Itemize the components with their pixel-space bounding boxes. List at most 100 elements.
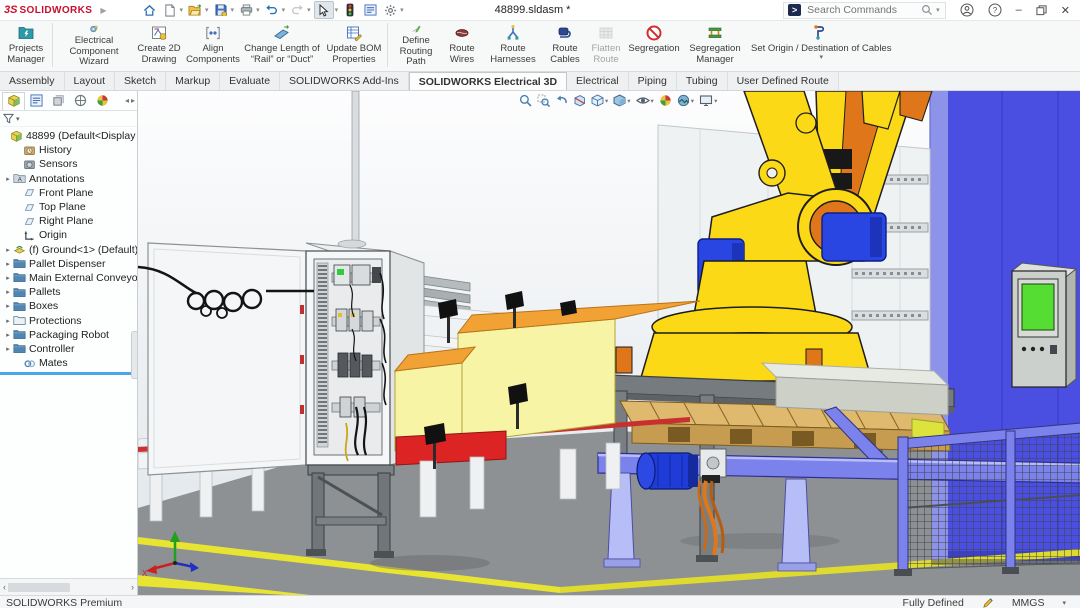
- tree-item-annotations[interactable]: ▸Annotations: [0, 172, 137, 186]
- select-cursor-icon[interactable]: [314, 1, 334, 19]
- ribbon-segregation[interactable]: Segregation: [626, 21, 682, 68]
- safety-fence[interactable]: [894, 423, 1080, 576]
- tree-item-mates[interactable]: Mates: [0, 356, 137, 370]
- select-caret[interactable]: ▾: [335, 6, 339, 14]
- print-caret[interactable]: ▾: [256, 6, 260, 14]
- help-icon[interactable]: ?: [988, 3, 1002, 17]
- open-caret[interactable]: ▾: [205, 6, 209, 14]
- tree-item-right-plane[interactable]: Right Plane: [0, 214, 137, 228]
- settings-caret[interactable]: ▾: [400, 6, 404, 14]
- tree-item-assembly-root[interactable]: 48899 (Default<Display State-: [0, 129, 137, 143]
- restore-button[interactable]: [1036, 5, 1047, 16]
- filter-caret[interactable]: ▾: [16, 115, 20, 123]
- scroll-thumb[interactable]: [8, 583, 70, 592]
- search-commands-box[interactable]: > ▾: [783, 2, 946, 19]
- graphics-area[interactable]: X ▾ ▾ ▾ ▾ ▾: [138, 91, 1080, 595]
- panel-tabs-scroll-left[interactable]: ◂: [125, 96, 129, 105]
- dimxpert-manager-tab[interactable]: [70, 92, 91, 109]
- configuration-manager-tab[interactable]: [48, 92, 69, 109]
- tree-item-ground[interactable]: ▸(f) Ground<1> (Default) <<: [0, 243, 137, 257]
- search-icon[interactable]: [921, 4, 933, 16]
- tab-solidworks-electrical-3d[interactable]: SOLIDWORKS Electrical 3D: [409, 72, 567, 90]
- edit-appearance-icon[interactable]: [658, 93, 673, 108]
- ribbon-segregation-manager[interactable]: Segregation Manager: [682, 21, 748, 68]
- tree-item-controller[interactable]: ▸Controller: [0, 342, 137, 356]
- controller-panel[interactable]: [1012, 263, 1076, 387]
- edit-pencil-icon[interactable]: [982, 597, 994, 608]
- tree-item-main-external-conveyor[interactable]: ▸Main External Conveyor: [0, 271, 137, 285]
- search-scope-caret[interactable]: ▾: [936, 6, 940, 14]
- open-icon[interactable]: [186, 2, 204, 18]
- tab-electrical[interactable]: Electrical: [567, 72, 629, 90]
- previous-view-icon[interactable]: [554, 93, 569, 108]
- tab-assembly[interactable]: Assembly: [0, 72, 65, 90]
- units-caret[interactable]: ▾: [1062, 599, 1066, 607]
- options-list-icon[interactable]: [361, 2, 379, 18]
- tree-item-sensors[interactable]: Sensors: [0, 157, 137, 171]
- tree-item-boxes[interactable]: ▸Boxes: [0, 299, 137, 313]
- tab-solidworks-add-ins[interactable]: SOLIDWORKS Add-Ins: [280, 72, 409, 90]
- ribbon-route-cables[interactable]: Route Cables: [544, 21, 586, 68]
- close-button[interactable]: ✕: [1061, 4, 1070, 17]
- tab-evaluate[interactable]: Evaluate: [220, 72, 280, 90]
- filter-funnel-icon[interactable]: [3, 113, 14, 124]
- apply-scene-icon[interactable]: ▾: [676, 93, 695, 108]
- ribbon-set-origin-destination[interactable]: Set Origin / Destination of Cables ▾: [748, 21, 894, 68]
- tree-item-protections[interactable]: ▸Protections: [0, 313, 137, 327]
- search-input[interactable]: [805, 3, 917, 17]
- new-document-icon[interactable]: [161, 2, 179, 18]
- tab-sketch[interactable]: Sketch: [115, 72, 166, 90]
- settings-gear-icon[interactable]: [381, 2, 399, 18]
- ribbon-route-harnesses[interactable]: Route Harnesses: [482, 21, 544, 68]
- hide-show-items-icon[interactable]: ▾: [635, 93, 655, 108]
- section-view-icon[interactable]: [572, 93, 587, 108]
- tree-item-top-plane[interactable]: Top Plane: [0, 200, 137, 214]
- units-label[interactable]: MMGS: [1012, 597, 1045, 608]
- view-orientation-icon[interactable]: ▾: [590, 93, 609, 108]
- save-icon[interactable]: [212, 2, 230, 18]
- home-icon[interactable]: [141, 2, 159, 18]
- scroll-left-arrow[interactable]: ‹: [3, 582, 6, 592]
- property-manager-tab[interactable]: [26, 92, 47, 109]
- tab-markup[interactable]: Markup: [166, 72, 220, 90]
- ribbon-define-routing-path[interactable]: Define Routing Path: [390, 21, 442, 68]
- panel-horizontal-scrollbar[interactable]: ‹ ›: [0, 578, 137, 595]
- tab-user-defined-route[interactable]: User Defined Route: [728, 72, 839, 90]
- menu-expand-arrow[interactable]: ▶: [100, 6, 106, 15]
- undo-caret[interactable]: ▾: [282, 6, 286, 14]
- ribbon-update-bom[interactable]: Update BOM Properties: [323, 21, 385, 68]
- redo-icon[interactable]: [288, 2, 306, 18]
- tree-item-pallet-dispenser[interactable]: ▸Pallet Dispenser: [0, 257, 137, 271]
- tree-item-origin[interactable]: Origin: [0, 228, 137, 242]
- tree-item-packaging-robot[interactable]: ▸Packaging Robot: [0, 328, 137, 342]
- display-style-icon[interactable]: ▾: [612, 93, 631, 108]
- tree-item-front-plane[interactable]: Front Plane: [0, 186, 137, 200]
- tab-layout[interactable]: Layout: [65, 72, 116, 90]
- zoom-to-area-icon[interactable]: [536, 93, 551, 108]
- save-caret[interactable]: ▾: [231, 6, 235, 14]
- tree-item-pallets[interactable]: ▸Pallets: [0, 285, 137, 299]
- rebuild-stoplight-icon[interactable]: [341, 2, 359, 18]
- view-settings-icon[interactable]: ▾: [698, 93, 718, 108]
- tree-item-history[interactable]: History: [0, 143, 137, 157]
- scroll-right-arrow[interactable]: ›: [131, 582, 134, 592]
- tab-piping[interactable]: Piping: [629, 72, 677, 90]
- panel-resize-handle[interactable]: [131, 331, 138, 379]
- print-icon[interactable]: [237, 2, 255, 18]
- flyout-caret[interactable]: ▾: [819, 55, 823, 60]
- ribbon-change-length[interactable]: Change Length of “Rail” or “Duct”: [241, 21, 323, 68]
- new-caret[interactable]: ▾: [180, 6, 184, 14]
- ribbon-projects-manager[interactable]: Projects Manager: [2, 21, 50, 68]
- feature-tree-tab[interactable]: [2, 92, 25, 110]
- ribbon-create-2d-drawing[interactable]: Create 2D Drawing: [133, 21, 185, 68]
- undo-icon[interactable]: [263, 2, 281, 18]
- ribbon-electrical-component-wizard[interactable]: Electrical Component Wizard: [55, 21, 133, 68]
- zoom-to-fit-icon[interactable]: [518, 93, 533, 108]
- panel-tabs-scroll-right[interactable]: ▸: [131, 96, 135, 105]
- ribbon-align-components[interactable]: Align Components: [185, 21, 241, 68]
- user-account-icon[interactable]: [960, 3, 974, 17]
- minimize-button[interactable]: –: [1016, 4, 1022, 16]
- ribbon-route-wires[interactable]: Route Wires: [442, 21, 482, 68]
- display-manager-tab[interactable]: [92, 92, 113, 109]
- tab-tubing[interactable]: Tubing: [677, 72, 728, 90]
